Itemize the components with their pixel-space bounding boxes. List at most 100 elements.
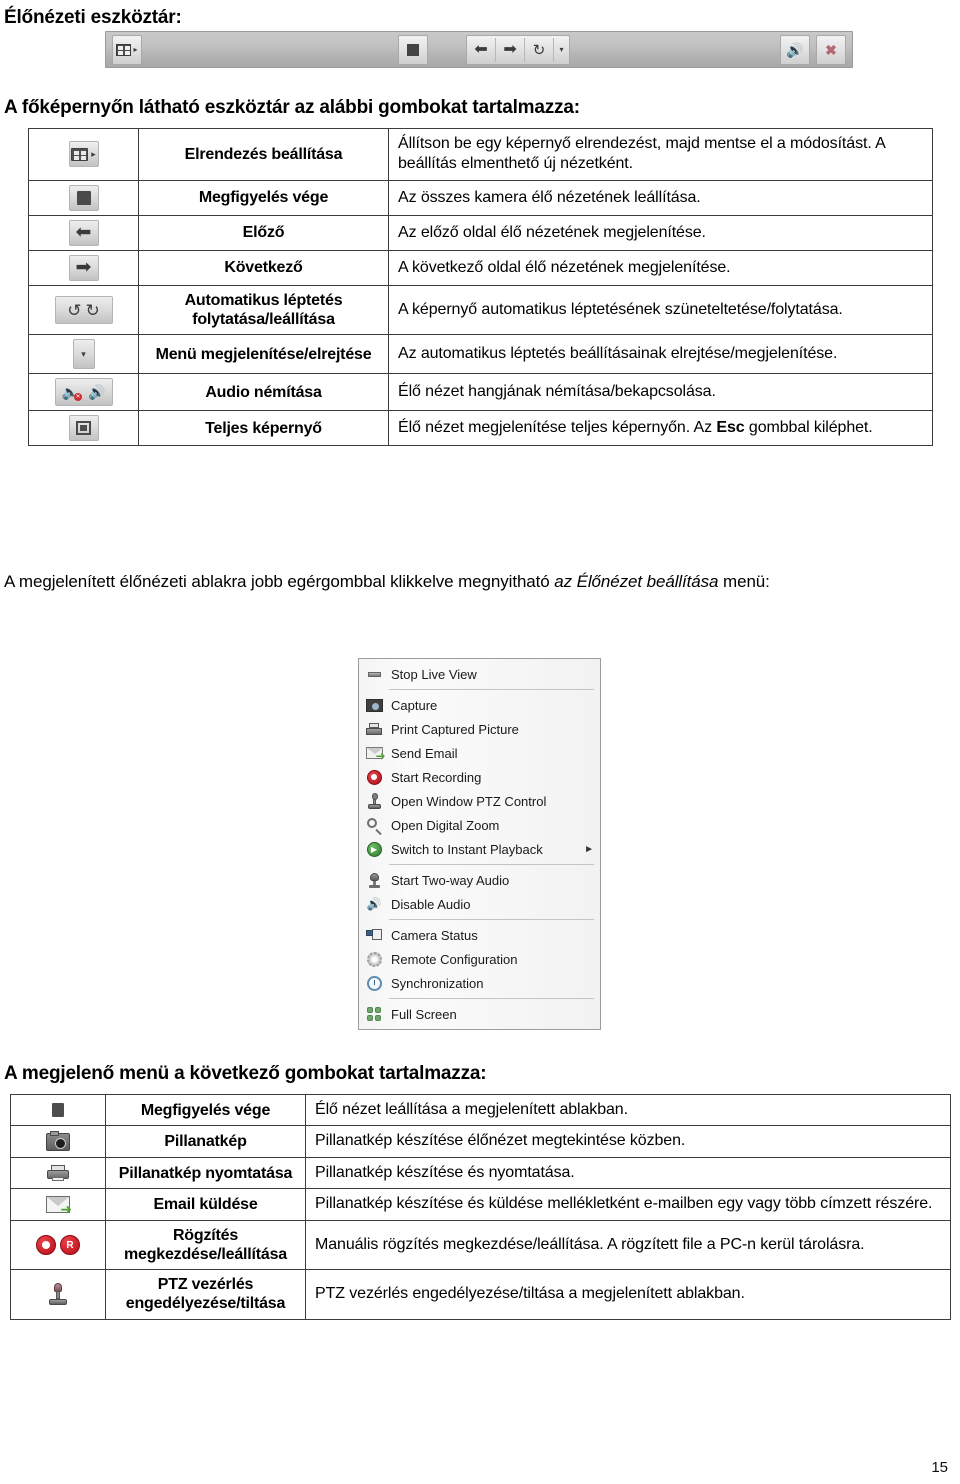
document-page: Élőnézeti eszköztár: ▸ ⬅ ➡ ↻ ▾ 🔊 ✖ A fők… [0, 0, 960, 1484]
capture-icon [364, 696, 384, 714]
auto-switch-button[interactable]: ↻ [525, 35, 553, 65]
menu-item-open-window-ptz-control[interactable]: Open Window PTZ Control [359, 789, 600, 813]
caret-right-icon: ▸ [133, 45, 138, 54]
button-name-cell: Megfigyelés vége [138, 179, 389, 216]
paragraph-after: menü: [718, 572, 770, 591]
ptz-control-icon [49, 1283, 67, 1306]
stop-icon-tile [52, 1103, 64, 1117]
mute-audio-button[interactable]: 🔊 [780, 35, 810, 65]
icon-cell [28, 179, 139, 216]
button-name-cell: Pillanatkép [105, 1125, 306, 1158]
menu-item-switch-to-instant-playback[interactable]: ▶ Switch to Instant Playback ► [359, 837, 600, 861]
icon-cell: ➜ [10, 1188, 106, 1221]
menu-item-label: Open Digital Zoom [391, 817, 500, 833]
two-way-audio-icon [364, 871, 384, 889]
disable-audio-icon: 🔊 [366, 897, 382, 911]
button-name-cell: Automatikus léptetés folytatása/leállítá… [138, 284, 389, 336]
button-desc-cell: A következő oldal élő nézetének megjelen… [388, 249, 933, 286]
table-row: R Rögzítés megkezdése/leállítása Manuáli… [10, 1219, 951, 1271]
button-name-cell: Elrendezés beállítása [138, 128, 389, 181]
layout-settings-button[interactable]: ▸ [112, 35, 142, 65]
menu-item-open-digital-zoom[interactable]: Open Digital Zoom [359, 813, 600, 837]
table-row: Pillanatkép nyomtatása Pillanatkép készí… [10, 1156, 951, 1190]
button-name-cell: Következő [138, 249, 389, 286]
table-row: PTZ vezérlés engedélyezése/tiltása PTZ v… [10, 1269, 951, 1320]
table-row: Teljes képernyő Élő nézet megjelenítése … [28, 410, 933, 447]
show-hide-menu-button[interactable]: ▾ [554, 35, 569, 65]
caret-down-icon: ▾ [81, 348, 86, 359]
menu-item-start-two-way-audio[interactable]: Start Two-way Audio [359, 868, 600, 892]
auto-switch-icon-tile: ↺ ↻ [54, 296, 113, 325]
button-name-cell: Audio némítása [138, 373, 389, 412]
full-screen-icon: ✖ [825, 42, 837, 58]
send-email-icon: ➜ [364, 744, 386, 762]
caret-right-icon: ▸ [91, 148, 96, 159]
layout-icon [71, 147, 89, 161]
layout-icon [116, 44, 132, 56]
button-name-cell: Előző [138, 214, 389, 251]
table-row: ↺ ↻ Automatikus léptetés folytatása/leál… [28, 284, 933, 336]
menu-item-label: Open Window PTZ Control [391, 793, 547, 809]
icon-cell: ➡ [28, 249, 139, 286]
menu-item-full-screen[interactable]: Full Screen [359, 1002, 600, 1026]
arrow-left-icon: ⬅ [75, 222, 92, 244]
speaker-on-icon: 🔊 [88, 384, 106, 401]
button-desc-cell: Manuális rögzítés megkezdése/leállítása.… [305, 1219, 951, 1271]
send-email-icon-tile: ➜ [46, 1195, 72, 1216]
menu-item-label: Stop Live View [391, 666, 477, 682]
next-page-button[interactable]: ➡ [496, 35, 524, 65]
full-screen-button[interactable]: ✖ [816, 35, 846, 65]
print-icon [364, 720, 384, 738]
menu-item-send-email[interactable]: ➜ Send Email [359, 741, 600, 765]
heading-menu-buttons-intro: A megjelenő menü a következő gombokat ta… [4, 1063, 487, 1084]
menu-item-start-recording[interactable]: Start Recording [359, 765, 600, 789]
page-number: 15 [931, 1459, 948, 1476]
full-screen-icon [76, 421, 91, 436]
menu-item-disable-audio[interactable]: 🔊 Disable Audio [359, 892, 600, 916]
send-email-icon: ➜ [46, 1195, 72, 1216]
live-view-context-menu[interactable]: Stop Live View Capture Print Captured Pi… [358, 658, 601, 1030]
icon-cell [10, 1125, 106, 1158]
menu-item-label: Start Two-way Audio [391, 872, 510, 888]
button-name-cell: Teljes képernyő [138, 410, 389, 447]
full-screen-icon [364, 1005, 384, 1023]
caret-down-icon: ▾ [559, 45, 564, 54]
synchronization-icon [364, 974, 384, 992]
stop-recording-icon: R [60, 1235, 80, 1256]
menu-item-label: Switch to Instant Playback [391, 841, 543, 857]
icon-cell [10, 1093, 106, 1127]
icon-cell: ▾ [28, 334, 139, 375]
menu-item-label: Camera Status [391, 927, 478, 943]
menu-item-synchronization[interactable]: Synchronization [359, 971, 600, 995]
capture-icon-tile [46, 1130, 70, 1151]
digital-zoom-icon [364, 816, 384, 835]
toolbar-buttons-table: ▸ Elrendezés beállítása Állítson be egy … [28, 128, 933, 447]
previous-page-button[interactable]: ⬅ [467, 35, 495, 65]
menu-item-label: Remote Configuration [391, 951, 518, 967]
menu-separator [389, 689, 594, 690]
menu-item-remote-configuration[interactable]: Remote Configuration [359, 947, 600, 971]
full-screen-icon-tile [68, 415, 99, 442]
menu-item-camera-status[interactable]: Camera Status [359, 923, 600, 947]
table-row: ▸ Elrendezés beállítása Állítson be egy … [28, 128, 933, 181]
stop-icon [52, 1103, 64, 1117]
menu-name-italic: az Élőnézet beállítása [554, 572, 719, 591]
icon-cell: R [10, 1219, 106, 1271]
button-desc-cell: Pillanatkép készítése élőnézet megtekint… [305, 1125, 951, 1158]
menu-item-stop-live-view[interactable]: Stop Live View [359, 662, 600, 686]
menu-item-print-captured-picture[interactable]: Print Captured Picture [359, 717, 600, 741]
icon-cell: ▸ [28, 128, 139, 181]
ptz-control-icon-tile [49, 1283, 67, 1306]
next-icon-tile: ➡ [68, 254, 99, 281]
refresh-pause-icon: ↻ [85, 300, 100, 320]
button-desc-cell: Pillanatkép készítése és küldése mellékl… [305, 1188, 951, 1221]
table-row: Megfigyelés vége Az összes kamera élő né… [28, 179, 933, 216]
menu-item-label: Print Captured Picture [391, 721, 519, 737]
ptz-control-icon [364, 792, 384, 810]
button-desc-cell: Az összes kamera élő nézetének leállítás… [388, 179, 933, 216]
stop-live-view-button[interactable] [398, 35, 428, 65]
menu-item-label: Disable Audio [391, 896, 471, 912]
stop-live-view-icon [364, 665, 384, 683]
button-name-cell: Megfigyelés vége [105, 1093, 306, 1127]
menu-item-capture[interactable]: Capture [359, 693, 600, 717]
